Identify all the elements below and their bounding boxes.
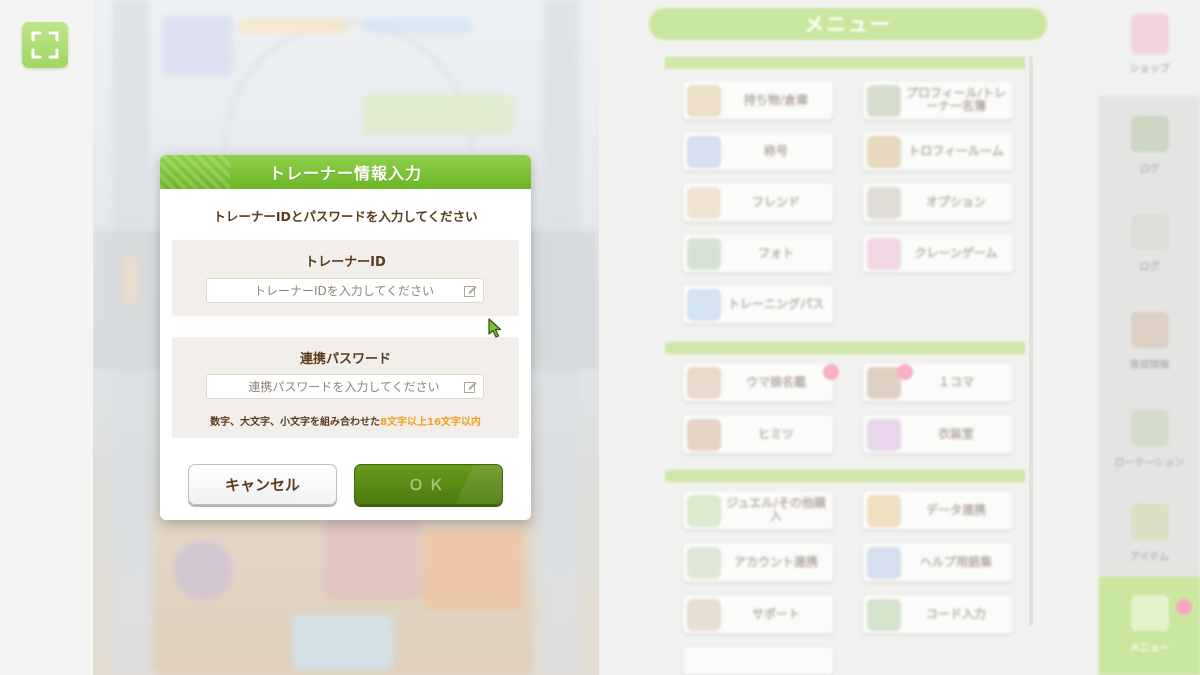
password-label: 連携パスワード bbox=[299, 352, 391, 367]
password-hint-prefix: 数字、大文字、小文字を組み合わせた bbox=[210, 417, 381, 428]
menu-tile-photo[interactable]: フォト bbox=[682, 233, 834, 273]
device-icon bbox=[867, 495, 901, 527]
shop-icon bbox=[1131, 14, 1169, 54]
crane-icon bbox=[867, 238, 901, 270]
notification-badge bbox=[897, 364, 913, 380]
menu-tile-account-link[interactable]: アカウント連携 bbox=[682, 542, 834, 582]
menu-tile-code-input[interactable]: コード入力 bbox=[862, 594, 1014, 634]
menu-section-bar bbox=[665, 57, 1025, 69]
bag-icon bbox=[687, 85, 721, 117]
left-gutter bbox=[0, 0, 93, 675]
menu-tile-crane-game[interactable]: クレーンゲーム bbox=[862, 233, 1014, 273]
menu-scrollbar[interactable] bbox=[1029, 56, 1033, 626]
menu-tile-friend[interactable]: フレンド bbox=[682, 182, 834, 222]
medal-icon bbox=[687, 136, 721, 168]
rail-shop[interactable]: ショップ bbox=[1099, 0, 1200, 96]
password-section: 連携パスワード 数字、大文字、小文字を組み合わせた8文字以上16文字以内 bbox=[172, 337, 519, 438]
notification-badge bbox=[1176, 599, 1192, 615]
log-icon bbox=[1131, 116, 1169, 152]
menu-panel: メニュー 持ち物/倉庫 プロフィール/トレーナー名簿 称号 トロフィールーム フ… bbox=[599, 0, 1200, 675]
account-icon bbox=[687, 547, 721, 579]
trainer-id-input[interactable] bbox=[207, 279, 457, 302]
character-icon bbox=[687, 419, 721, 451]
menu-tile-dressing-room[interactable]: 衣装室 bbox=[862, 414, 1014, 454]
rail-items[interactable]: アイテム bbox=[1099, 486, 1200, 586]
trainer-id-label: トレーナーID bbox=[305, 255, 386, 270]
menu-tile-secret[interactable]: ヒミツ bbox=[682, 414, 834, 454]
menu-tile-encyclopedia[interactable]: ウマ娘名鑑 bbox=[682, 362, 834, 402]
menu-tile-data-link[interactable]: データ連携 bbox=[862, 490, 1014, 530]
password-input[interactable] bbox=[207, 375, 457, 398]
edit-icon bbox=[464, 286, 477, 297]
menu-tile-partial[interactable] bbox=[682, 646, 834, 675]
code-icon bbox=[867, 599, 901, 631]
menu-tile-training-pass[interactable]: トレーニングパス bbox=[682, 284, 834, 324]
book-icon bbox=[687, 367, 721, 399]
rail-rotation[interactable]: ローテーション bbox=[1099, 392, 1200, 492]
mouse-cursor-icon bbox=[488, 318, 502, 338]
gear-icon bbox=[867, 187, 901, 219]
ticket-icon bbox=[687, 289, 721, 321]
edit-icon bbox=[464, 382, 477, 393]
ok-button[interactable]: ＯＫ bbox=[354, 464, 503, 505]
menu-tile-help[interactable]: ヘルプ用語集 bbox=[862, 542, 1014, 582]
training-icon bbox=[1131, 312, 1169, 348]
password-field-wrapper bbox=[206, 374, 484, 399]
dialog-subtitle: トレーナーIDとパスワードを入力してください bbox=[213, 209, 478, 224]
rail-training-info[interactable]: 育成情報 bbox=[1099, 294, 1200, 394]
rail-log[interactable]: ログ bbox=[1099, 98, 1200, 198]
fullscreen-icon bbox=[31, 31, 59, 59]
side-navigation-rail: ショップ ログ ログ 育成情報 ローテーション アイテム メニュー bbox=[1099, 0, 1200, 675]
calendar-icon bbox=[1131, 410, 1169, 446]
menu-list-icon bbox=[1131, 595, 1169, 631]
support-icon bbox=[687, 599, 721, 631]
menu-title: メニュー bbox=[649, 8, 1047, 40]
help-icon bbox=[867, 547, 901, 579]
dialog-header: トレーナー情報入力 bbox=[160, 155, 531, 189]
menu-tile-title[interactable]: 称号 bbox=[682, 131, 834, 171]
profile-icon bbox=[867, 85, 901, 117]
dialog-title: トレーナー情報入力 bbox=[268, 164, 422, 183]
menu-section-bar bbox=[665, 342, 1025, 354]
cancel-button-label: キャンセル bbox=[224, 476, 300, 494]
jewel-icon bbox=[687, 495, 721, 527]
fullscreen-button[interactable] bbox=[22, 22, 68, 68]
menu-tile-options[interactable]: オプション bbox=[862, 182, 1014, 222]
rail-history[interactable]: ログ bbox=[1099, 196, 1200, 296]
menu-tile-one-koma[interactable]: １コマ bbox=[862, 362, 1014, 402]
password-hint-accent: 8文字以上16文字以内 bbox=[380, 417, 481, 428]
rail-menu[interactable]: メニュー bbox=[1099, 577, 1200, 675]
notification-badge bbox=[823, 364, 839, 380]
menu-tile-support[interactable]: サポート bbox=[682, 594, 834, 634]
document-icon bbox=[1131, 214, 1169, 250]
menu-tile-inventory[interactable]: 持ち物/倉庫 bbox=[682, 80, 834, 120]
menu-tile-trophy[interactable]: トロフィールーム bbox=[862, 131, 1014, 171]
trainer-id-section: トレーナーID bbox=[172, 240, 519, 316]
trainer-info-dialog: トレーナー情報入力 トレーナーIDとパスワードを入力してください トレーナーID… bbox=[160, 155, 531, 520]
menu-section-bar bbox=[665, 470, 1025, 482]
trainer-id-field-wrapper bbox=[206, 278, 484, 303]
password-hint: 数字、大文字、小文字を組み合わせた8文字以上16文字以内 bbox=[172, 413, 519, 428]
handshake-icon bbox=[687, 187, 721, 219]
comic-icon bbox=[867, 367, 901, 399]
trophy-icon bbox=[867, 136, 901, 168]
menu-tile-profile[interactable]: プロフィール/トレーナー名簿 bbox=[862, 80, 1014, 120]
menu-tile-jewel-purchase[interactable]: ジュエル/その他購入 bbox=[682, 490, 834, 530]
dress-icon bbox=[867, 419, 901, 451]
cancel-button[interactable]: キャンセル bbox=[188, 464, 337, 505]
item-icon bbox=[1131, 504, 1169, 540]
ok-button-label: ＯＫ bbox=[408, 476, 449, 494]
photo-icon bbox=[687, 238, 721, 270]
